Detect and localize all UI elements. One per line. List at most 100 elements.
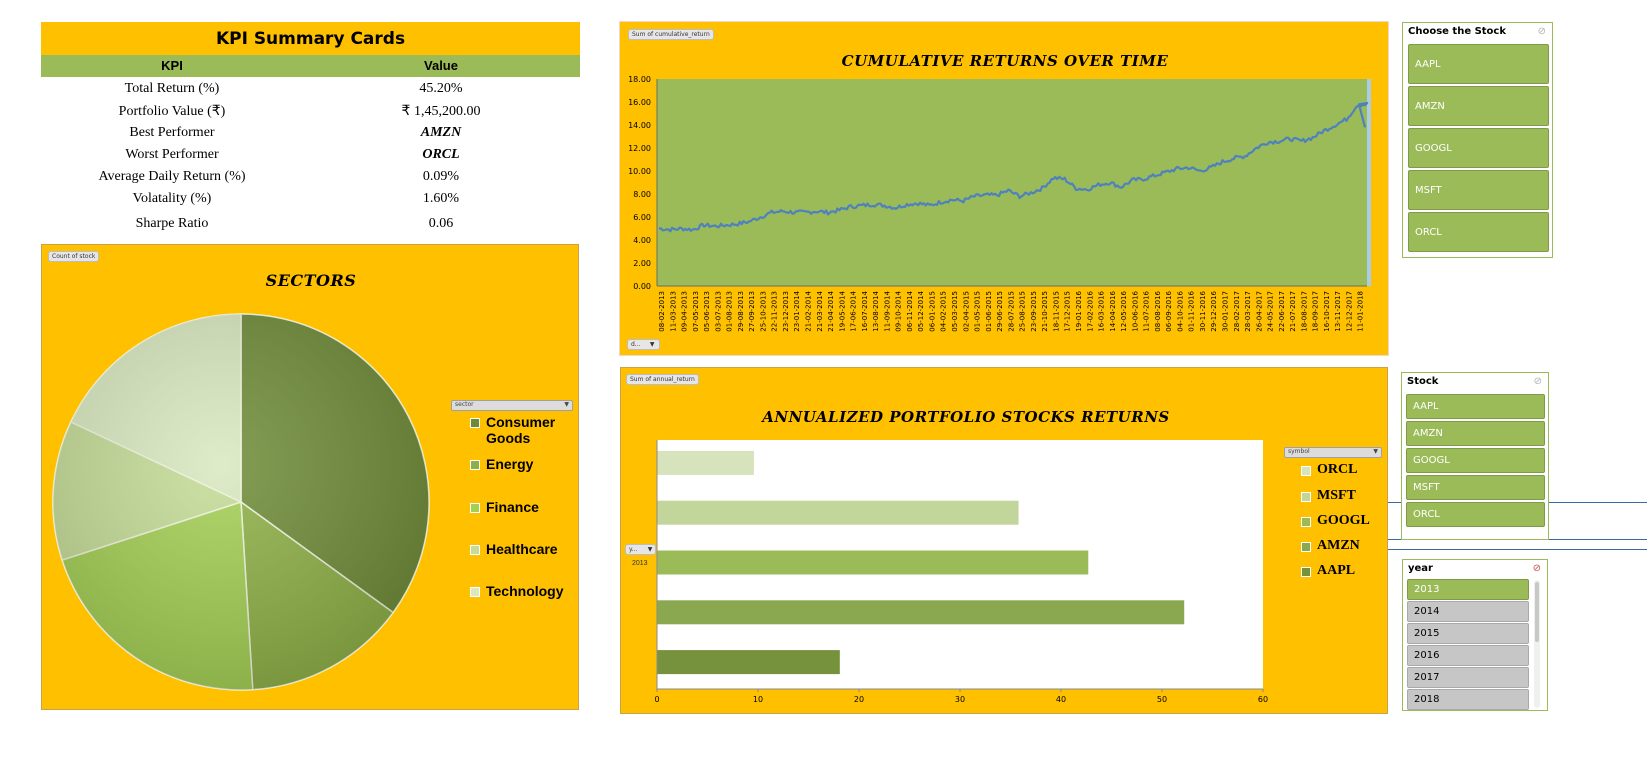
- kpi-value: 1.60%: [422, 191, 460, 206]
- kpi-row: Volatality (%) 1.60%: [41, 188, 580, 210]
- slicer-item-amzn[interactable]: AMZN: [1408, 86, 1549, 126]
- x-tick-label: 28-03-2017: [1244, 291, 1252, 332]
- bar-googl[interactable]: [657, 550, 1089, 575]
- slicer-title: Choose the Stock: [1408, 26, 1507, 37]
- slicer-scrollbar[interactable]: [1534, 580, 1540, 708]
- legend-label: Healthcare: [486, 541, 558, 557]
- x-tick-label: 19-05-2014: [838, 290, 846, 331]
- x-tick-label: 23-12-2013: [782, 291, 790, 332]
- legend-label: Consumer Goods: [486, 414, 556, 446]
- x-tick-label: 07-05-2013: [692, 291, 700, 332]
- kpi-label: Total Return (%): [124, 81, 220, 96]
- plot-edge: [1367, 79, 1371, 286]
- axis-filter-button[interactable]: d... ▼: [627, 339, 660, 350]
- legend-swatch: [1301, 492, 1311, 502]
- x-tick-label: 13-11-2017: [1334, 291, 1342, 332]
- x-tick-label: 21-10-2015: [1041, 291, 1049, 332]
- y-tick-label: 10.00: [628, 167, 651, 176]
- clear-filter-icon[interactable]: ⊘: [1534, 376, 1542, 387]
- pie-chart: [52, 313, 430, 691]
- legend-item: ORCL: [1301, 462, 1357, 478]
- x-tick-label: 11-09-2014: [883, 290, 891, 331]
- legend-item: Energy: [470, 456, 570, 472]
- x-tick-label: 20: [854, 695, 864, 704]
- x-tick-label: 16-10-2017: [1323, 291, 1331, 332]
- x-tick-label: 09-04-2013: [681, 291, 689, 332]
- x-tick-label: 24-05-2017: [1267, 291, 1275, 332]
- legend-swatch: [1301, 542, 1311, 552]
- x-tick-label: 22-11-2013: [771, 291, 779, 332]
- slicer-item-2016[interactable]: 2016: [1407, 645, 1529, 666]
- plot-area: [657, 79, 1367, 286]
- bar-amzn[interactable]: [657, 600, 1185, 625]
- connector-line: [1388, 549, 1647, 550]
- x-tick-label: 16-07-2014: [861, 290, 869, 331]
- legend-swatch: [470, 503, 480, 513]
- scrollbar-thumb[interactable]: [1535, 582, 1539, 642]
- kpi-label: Worst Performer: [125, 147, 219, 162]
- slicer-stock: Stock ⊘ AAPL AMZN GOOGL MSFT ORCL: [1401, 372, 1549, 540]
- x-tick-label: 30: [955, 695, 965, 704]
- kpi-header-row: KPI Value: [41, 55, 580, 77]
- slicer-item-2017[interactable]: 2017: [1407, 667, 1529, 688]
- kpi-value: 0.06: [428, 216, 454, 231]
- x-tick-label: 18-09-2017: [1312, 291, 1320, 332]
- legend-label: Technology: [486, 583, 564, 599]
- dropdown-icon: ▼: [649, 341, 655, 348]
- x-tick-label: 25-08-2015: [1019, 291, 1027, 332]
- line-chart: 0.00 2.00 4.00 6.00 8.00 10.00 12.00 14.00 16.00…: [628, 75, 1371, 332]
- clear-filter-icon[interactable]: ⊘: [1538, 26, 1546, 37]
- slicer-item-2013[interactable]: 2013: [1407, 579, 1529, 600]
- slicer-item-2014[interactable]: 2014: [1407, 601, 1529, 622]
- kpi-header-value: Value: [424, 58, 458, 73]
- slicer-item-aapl[interactable]: AAPL: [1406, 394, 1545, 419]
- bar-orcl[interactable]: [657, 450, 754, 475]
- kpi-row: Total Return (%) 45.20%: [41, 78, 580, 100]
- legend-swatch: [1301, 567, 1311, 577]
- kpi-row: Best Performer AMZN: [41, 122, 580, 144]
- y-tick-label: 12.00: [628, 144, 651, 153]
- legend-filter-dropdown[interactable]: symbol: [1284, 447, 1382, 458]
- kpi-row: Average Daily Return (%) 0.09%: [41, 166, 580, 188]
- legend-swatch: [1301, 517, 1311, 527]
- x-tick-label: 19-01-2016: [1075, 290, 1083, 331]
- x-tick-label: 23-01-2014: [793, 290, 801, 331]
- x-tick-label: 26-04-2017: [1255, 291, 1263, 332]
- clear-filter-icon[interactable]: ⊘: [1533, 563, 1541, 574]
- x-tick-label: 05-03-2015: [951, 291, 959, 332]
- x-tick-label: 21-04-2014: [827, 290, 835, 331]
- slicer-item-orcl[interactable]: ORCL: [1408, 212, 1549, 252]
- x-tick-label: 01-06-2015: [985, 291, 993, 332]
- row-category-label: 2013: [632, 560, 648, 567]
- bar-msft[interactable]: [657, 500, 1019, 525]
- axis-filter-button[interactable]: y... ▼: [625, 544, 657, 555]
- slicer-item-2018[interactable]: 2018: [1407, 689, 1529, 710]
- legend-label: MSFT: [1317, 488, 1356, 503]
- slicer-item-googl[interactable]: GOOGL: [1408, 128, 1549, 168]
- slicer-item-googl[interactable]: GOOGL: [1406, 448, 1545, 473]
- bar-aapl[interactable]: [657, 650, 840, 675]
- x-tick-label: 30-01-2017: [1221, 291, 1229, 332]
- kpi-label: Volatality (%): [132, 191, 212, 206]
- slicer-title: Stock: [1407, 376, 1439, 387]
- legend-swatch: [470, 587, 480, 597]
- x-tick-label: 0: [654, 695, 659, 704]
- x-tick-label: 11-01-2018: [1357, 291, 1365, 332]
- x-tick-label: 28-02-2017: [1233, 291, 1241, 332]
- legend-filter-dropdown[interactable]: sector: [451, 400, 573, 411]
- sectors-chart-panel: Count of stock SECTORS sector Consumer G…: [41, 244, 579, 710]
- legend-item: Finance: [470, 499, 570, 515]
- slicer-item-msft[interactable]: MSFT: [1406, 475, 1545, 500]
- x-tick-label: 23-09-2015: [1030, 291, 1038, 332]
- x-tick-label: 21-03-2014: [816, 290, 824, 331]
- x-tick-label: 50: [1157, 695, 1167, 704]
- slicer-choose-stock: Choose the Stock ⊘ AAPL AMZN GOOGL MSFT …: [1402, 22, 1553, 258]
- slicer-item-2015[interactable]: 2015: [1407, 623, 1529, 644]
- legend-item: MSFT: [1301, 488, 1356, 504]
- kpi-row: Portfolio Value (₹) ₹ 1,45,200.00: [41, 100, 580, 122]
- slicer-item-amzn[interactable]: AMZN: [1406, 421, 1545, 446]
- y-tick-label: 4.00: [633, 236, 651, 245]
- slicer-item-orcl[interactable]: ORCL: [1406, 502, 1545, 527]
- slicer-item-msft[interactable]: MSFT: [1408, 170, 1549, 210]
- slicer-item-aapl[interactable]: AAPL: [1408, 44, 1549, 84]
